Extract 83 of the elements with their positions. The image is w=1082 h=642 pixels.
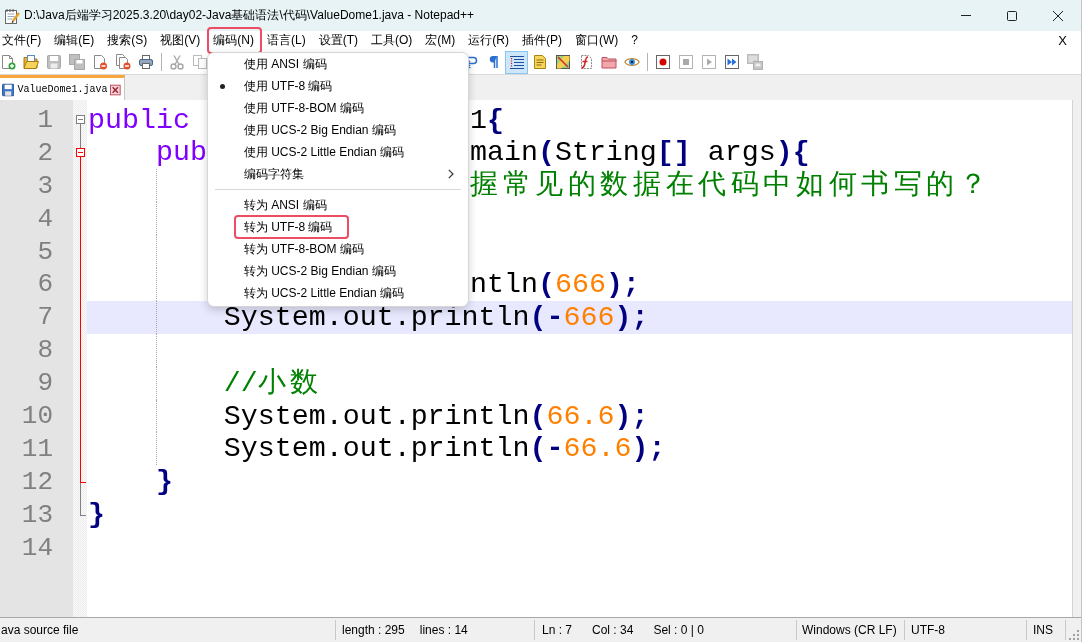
fold-minus-icon[interactable] xyxy=(76,148,85,158)
insert-mode-label: INS xyxy=(1033,623,1053,637)
menu-item[interactable]: 工具(O) xyxy=(364,31,419,50)
line-number: 9 xyxy=(37,369,53,398)
menu-item[interactable]: 转为 UTF-8-BOM 编码 xyxy=(207,238,468,260)
menu-item[interactable]: 插件(P) xyxy=(515,31,569,50)
stop-icon xyxy=(677,54,694,70)
line-number: 8 xyxy=(37,336,53,365)
map-icon xyxy=(554,54,571,70)
cursor-position-text: Col : 34 xyxy=(592,623,634,637)
menu-item[interactable]: 视图(V) xyxy=(153,31,207,50)
stacked-windows-icon xyxy=(746,54,763,70)
record-icon xyxy=(654,54,671,70)
line-number: 4 xyxy=(37,204,53,233)
menu-item[interactable]: 使用 UTF-8 编码 xyxy=(207,75,468,97)
menu-item[interactable]: 使用 UCS-2 Little Endian 编码 xyxy=(207,141,468,163)
menu-item[interactable]: 运行(R) xyxy=(461,31,516,50)
line-number: 12 xyxy=(21,467,53,496)
code-text: ntln(666); xyxy=(470,267,640,301)
close-icon xyxy=(1053,10,1063,21)
menu-item[interactable]: 编码字符集 xyxy=(207,163,468,185)
menu-item[interactable]: 窗口(W) xyxy=(568,31,625,50)
printer-icon xyxy=(137,54,154,70)
folder-icon xyxy=(600,54,617,70)
menu-item[interactable]: 搜索(S) xyxy=(100,31,154,50)
line-number: 3 xyxy=(37,171,53,200)
line-number: 5 xyxy=(37,237,53,266)
line-number: 11 xyxy=(21,434,53,463)
code-text: pub xyxy=(155,136,207,170)
menu-item[interactable]: 转为 UCS-2 Big Endian 编码 xyxy=(207,260,468,282)
menu-item[interactable]: 文件(F) xyxy=(0,31,48,50)
code-text: } xyxy=(155,465,173,499)
documents-minus-icon xyxy=(114,54,131,70)
code-text: public xyxy=(88,103,190,137)
menu-item[interactable]: 转为 ANSI 编码 xyxy=(207,194,468,216)
scissors-icon xyxy=(168,54,185,70)
tab[interactable]: ValueDome1.java xyxy=(0,75,125,100)
line-number: 13 xyxy=(21,500,53,529)
line-number: 14 xyxy=(21,533,53,562)
floppy-disks-icon xyxy=(68,54,85,70)
menu-item[interactable]: 编辑(E) xyxy=(47,31,101,50)
code-text: } xyxy=(88,498,105,532)
toolbar-button[interactable] xyxy=(505,50,528,74)
code-text: 握常见的数据在代码中如何书写的？ xyxy=(470,169,992,203)
indent-lines-icon xyxy=(508,54,525,70)
document-stats-text: lines : 14 xyxy=(419,623,468,637)
line-number: 10 xyxy=(21,401,53,430)
fold-minus-icon[interactable] xyxy=(76,115,85,125)
close-document-button[interactable]: X xyxy=(1056,31,1069,50)
line-number: 1 xyxy=(37,105,53,134)
menu-item[interactable]: 使用 ANSI 编码 xyxy=(207,53,468,75)
file-type-label: ava source file xyxy=(1,623,79,637)
code-text: System.out.println(-66.6); xyxy=(223,432,666,466)
notepad-icon xyxy=(4,7,20,24)
code-text: //小数 xyxy=(223,366,323,400)
menu-item[interactable]: 语言(L) xyxy=(260,31,313,50)
folder-document-icon xyxy=(22,54,39,70)
menu-item[interactable]: 使用 UTF-8-BOM 编码 xyxy=(207,97,468,119)
maximize-icon xyxy=(1007,10,1017,21)
menu-item[interactable]: 转为 UTF-8 编码 xyxy=(207,216,468,238)
window-title: D:\Java后端学习2025.3.20\day02-Java基础语法\代码\ValueDome1.java - Notepad++ xyxy=(24,7,474,24)
encoding-label: UTF-8 xyxy=(911,623,945,637)
code-text: main(String[] args){ xyxy=(470,136,810,170)
menu-item[interactable]: 宏(M) xyxy=(418,31,462,50)
document-stats-text: length : 295 xyxy=(342,623,405,637)
line-number: 7 xyxy=(37,303,53,332)
line-number: 6 xyxy=(37,270,53,299)
play-icon xyxy=(700,54,717,70)
close-icon[interactable] xyxy=(110,83,121,96)
line-number: 2 xyxy=(37,138,53,167)
document-minus-icon xyxy=(91,54,108,70)
fast-forward-icon xyxy=(723,54,740,70)
menu-item[interactable]: ? xyxy=(624,31,645,50)
resize-grip-icon[interactable] xyxy=(1069,630,1079,640)
code-text: System.out.println(66.6); xyxy=(223,399,649,433)
menu-item[interactable]: 设置(T) xyxy=(312,31,365,50)
cursor-position-text: Ln : 7 xyxy=(542,623,573,637)
minimize-icon xyxy=(961,15,971,16)
cursor-position-text: Sel : 0 | 0 xyxy=(653,623,704,637)
menu-item[interactable]: 使用 UCS-2 Big Endian 编码 xyxy=(207,119,468,141)
code-text: 1{ xyxy=(470,103,504,137)
document-lines-icon xyxy=(531,54,548,70)
line-ending-label: Windows (CR LF) xyxy=(802,623,897,637)
